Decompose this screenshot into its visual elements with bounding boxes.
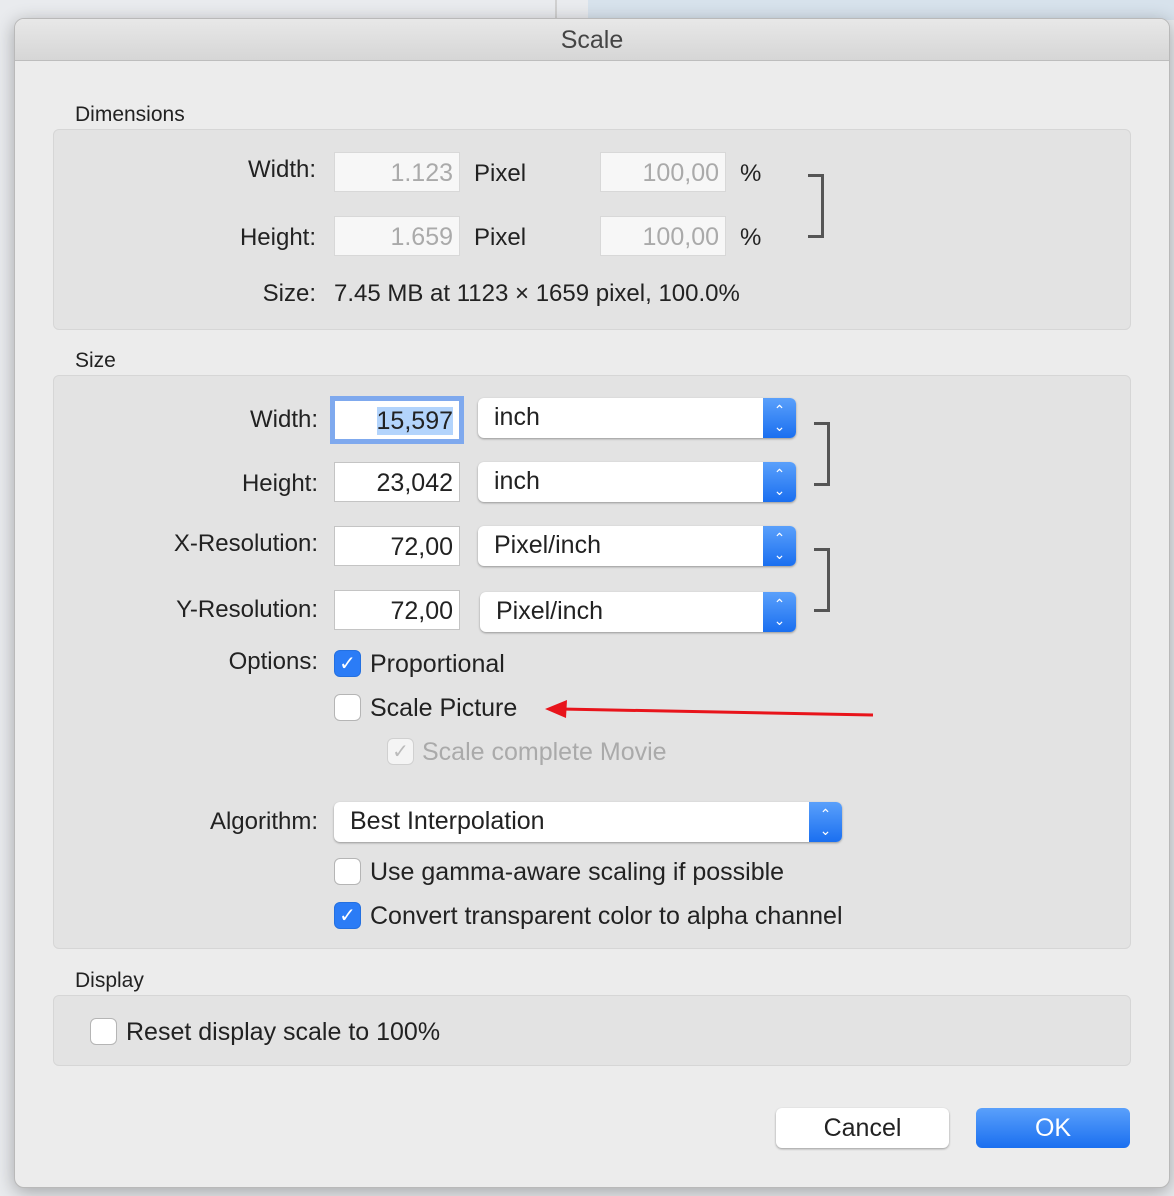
background-window — [588, 0, 1174, 20]
xres-label: X-Resolution: — [173, 530, 318, 557]
annotation-arrow — [545, 700, 874, 718]
proportional-checkbox[interactable]: ✓ — [334, 650, 361, 677]
yres-input[interactable]: 72,00 — [334, 590, 460, 630]
dim-height-pct-field: 100,00 — [600, 216, 726, 256]
updown-chevron-icon: ⌃ ⌄ — [763, 462, 796, 502]
reset-display-checkbox[interactable] — [90, 1018, 117, 1045]
dim-height-label: Height: — [239, 224, 316, 251]
dim-width-unit: Pixel — [474, 160, 527, 187]
proportional-label: Proportional — [370, 650, 505, 678]
size-heading: Size — [75, 349, 116, 372]
algorithm-value: Best Interpolation — [350, 807, 545, 835]
updown-chevron-icon: ⌃ ⌄ — [763, 398, 796, 438]
dimensions-heading: Dimensions — [75, 103, 185, 126]
selected-text: 15,597 — [376, 407, 453, 435]
chain-link-icon[interactable] — [808, 174, 824, 238]
width-unit-value: inch — [494, 403, 540, 431]
yres-unit-select[interactable]: Pixel/inch ⌃ ⌄ — [480, 592, 796, 632]
yres-label: Y-Resolution: — [176, 596, 318, 623]
gamma-label: Use gamma-aware scaling if possible — [370, 858, 785, 886]
dim-width-label: Width: — [247, 156, 316, 183]
chain-link-icon[interactable] — [814, 422, 830, 486]
dimensions-panel: Width: 1.123 Pixel 100,00 % Height: 1.65… — [53, 129, 1131, 330]
height-unit-value: inch — [494, 467, 540, 495]
background-divider — [555, 0, 557, 20]
size-panel: Width: 15,597 inch ⌃ ⌄ Height: 23,042 inch… — [53, 375, 1131, 949]
scale-picture-label: Scale Picture — [370, 694, 518, 722]
size-width-label: Width: — [249, 406, 318, 433]
size-label: Size: — [262, 280, 316, 307]
dialog-title: Scale — [15, 19, 1169, 61]
scale-complete-movie-label: Scale complete Movie — [422, 738, 667, 766]
options-label: Options: — [228, 648, 318, 675]
size-value: 7.45 MB at 1123 × 1659 pixel, 100.0% — [334, 280, 740, 307]
alpha-channel-checkbox[interactable]: ✓ — [334, 902, 361, 929]
xres-input[interactable]: 72,00 — [334, 526, 460, 566]
xres-unit-value: Pixel/inch — [494, 531, 601, 559]
gamma-checkbox[interactable] — [334, 858, 361, 885]
dim-width-pct-field: 100,00 — [600, 152, 726, 192]
pct-sign: % — [740, 160, 762, 187]
display-panel: Reset display scale to 100% — [53, 995, 1131, 1066]
yres-unit-value: Pixel/inch — [496, 597, 603, 625]
algorithm-label: Algorithm: — [209, 808, 318, 835]
height-unit-select[interactable]: inch ⌃ ⌄ — [478, 462, 796, 502]
ok-button[interactable]: OK — [976, 1108, 1130, 1148]
updown-chevron-icon: ⌃ ⌄ — [809, 802, 842, 842]
size-height-input[interactable]: 23,042 — [334, 462, 460, 502]
width-unit-select[interactable]: inch ⌃ ⌄ — [478, 398, 796, 438]
chain-link-icon[interactable] — [814, 548, 830, 612]
pct-sign: % — [740, 224, 762, 251]
xres-unit-select[interactable]: Pixel/inch ⌃ ⌄ — [478, 526, 796, 566]
cancel-button[interactable]: Cancel — [776, 1108, 949, 1148]
updown-chevron-icon: ⌃ ⌄ — [763, 526, 796, 566]
arrow-line — [560, 707, 874, 717]
alpha-channel-label: Convert transparent color to alpha chann… — [370, 902, 843, 930]
size-width-input[interactable]: 15,597 — [334, 400, 460, 440]
dim-width-field: 1.123 — [334, 152, 460, 192]
dim-height-unit: Pixel — [474, 224, 527, 251]
algorithm-select[interactable]: Best Interpolation ⌃ ⌄ — [334, 802, 842, 842]
scale-complete-movie-checkbox: ✓ — [387, 738, 414, 765]
updown-chevron-icon: ⌃ ⌄ — [763, 592, 796, 632]
scale-dialog: Scale Dimensions Width: 1.123 Pixel 100,… — [14, 18, 1170, 1188]
size-height-label: Height: — [241, 470, 318, 497]
arrow-head — [545, 700, 567, 718]
reset-display-label: Reset display scale to 100% — [126, 1018, 441, 1046]
scale-picture-checkbox[interactable] — [334, 694, 361, 721]
display-heading: Display — [75, 969, 144, 992]
dim-height-field: 1.659 — [334, 216, 460, 256]
